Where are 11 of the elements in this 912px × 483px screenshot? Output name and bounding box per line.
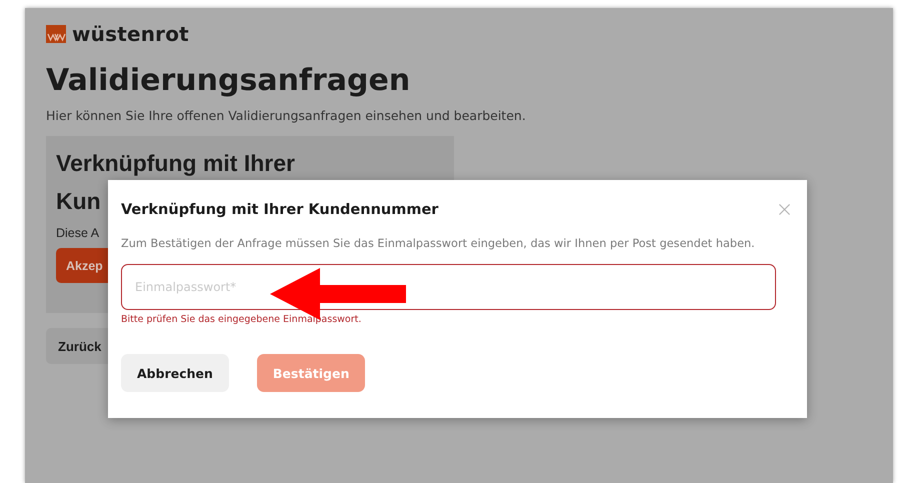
card-text: Diese A bbox=[56, 226, 100, 240]
dialog-title: Verknüpfung mit Ihrer Kundennummer bbox=[121, 202, 438, 218]
brand-name: wüstenrot bbox=[72, 22, 189, 46]
logo-icon bbox=[46, 25, 66, 43]
cancel-button[interactable]: Abbrechen bbox=[121, 354, 229, 392]
card-title: Verknüpfung mit Ihrer bbox=[56, 149, 295, 178]
card-title: Kun bbox=[56, 187, 101, 216]
page-title: Validierungsanfragen bbox=[46, 62, 412, 100]
dialog-description: Zum Bestätigen der Anfrage müssen Sie das Einmalpasswort eingeben, das wir Ihnen per Post gesendet haben. bbox=[121, 237, 756, 250]
page-subtitle: Hier können Sie Ihre offenen Validierungsanfragen einsehen und bearbeiten. bbox=[46, 108, 527, 124]
error-message: Bitte prüfen Sie das eingegebene Einmalpasswort. bbox=[121, 314, 362, 325]
